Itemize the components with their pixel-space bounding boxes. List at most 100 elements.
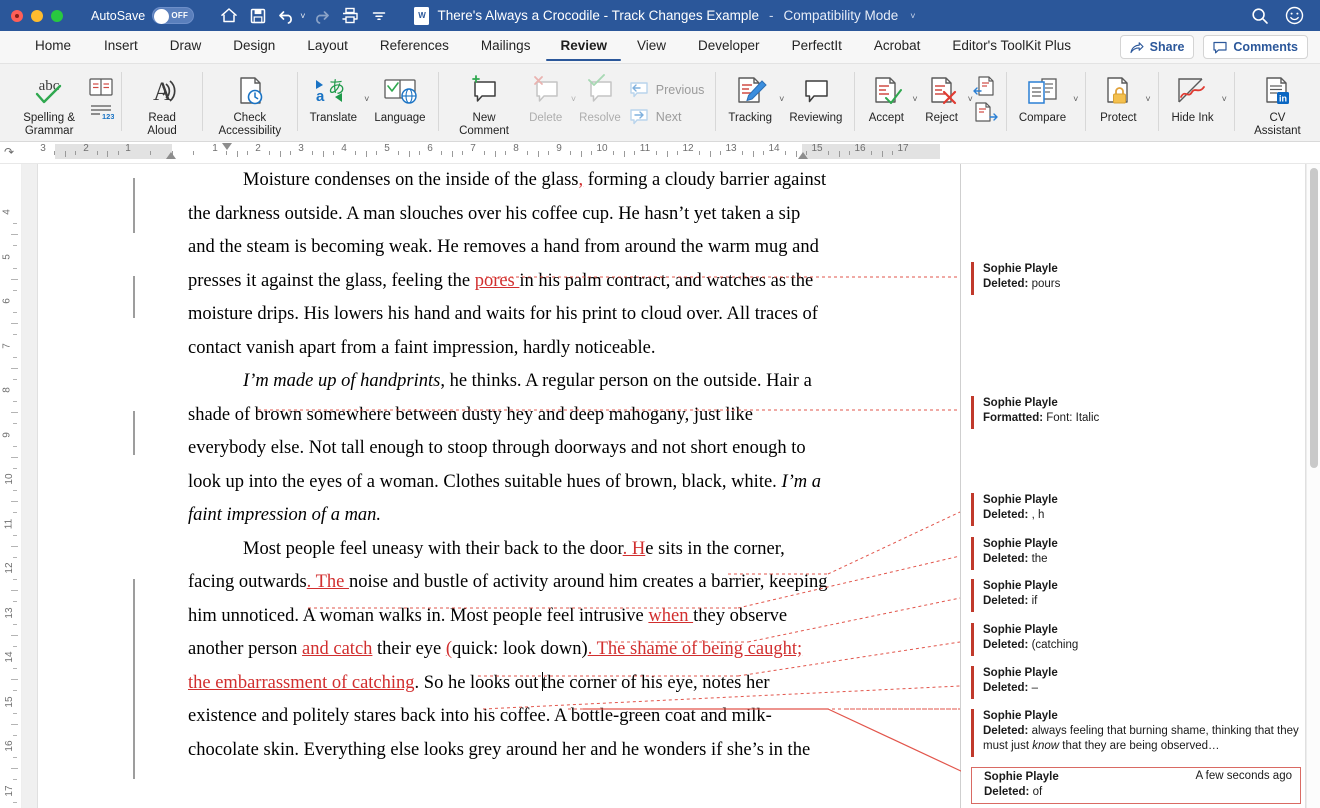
document-paragraph[interactable]: Moisture condenses on the inside of the …: [188, 164, 828, 365]
read-aloud-button[interactable]: A Read Aloud: [129, 68, 195, 137]
tab-home[interactable]: Home: [18, 32, 88, 62]
vruler-tick: [13, 356, 17, 358]
delete-comment-button[interactable]: Delete: [523, 68, 569, 125]
svg-text:あ: あ: [328, 78, 345, 97]
ruler-tick: [365, 151, 367, 157]
new-comment-button[interactable]: New Comment: [445, 68, 522, 137]
ruler-tick-label: 2: [83, 143, 89, 154]
document-page[interactable]: Moisture condenses on the inside of the …: [38, 164, 1305, 808]
print-icon[interactable]: [337, 4, 363, 28]
tab-mailings[interactable]: Mailings: [465, 32, 547, 62]
vertical-ruler[interactable]: 456789101112131415161718: [0, 164, 22, 808]
minimize-window-button[interactable]: [31, 9, 43, 22]
tab-design[interactable]: Design: [217, 32, 291, 62]
vruler-tick: [13, 668, 17, 670]
markup-panel[interactable]: Sophie Playle Deleted: pours Sophie Playle…: [961, 164, 1305, 808]
first-line-indent-marker[interactable]: [222, 143, 232, 150]
revision-balloon[interactable]: Sophie Playle Deleted: (catching: [971, 623, 1301, 656]
revision-balloon[interactable]: Sophie Playle Deleted: always feeling tha…: [971, 709, 1301, 757]
home-icon[interactable]: [216, 4, 242, 28]
document-body-text[interactable]: Moisture condenses on the inside of the …: [188, 164, 828, 767]
compare-dropdown-caret[interactable]: ˅: [1073, 94, 1078, 104]
comments-button[interactable]: Comments: [1203, 35, 1308, 59]
close-window-button[interactable]: [11, 9, 23, 22]
revision-balloon[interactable]: Sophie Playle Deleted: , h: [971, 493, 1301, 526]
tab-acrobat[interactable]: Acrobat: [858, 32, 937, 62]
revision-marker: [971, 537, 974, 570]
left-indent-marker[interactable]: [166, 152, 176, 159]
document-area[interactable]: Moisture condenses on the inside of the …: [22, 164, 1306, 808]
ruler-tick: [881, 151, 883, 157]
language-icon: [379, 71, 421, 111]
word-count-icon[interactable]: 123: [88, 101, 114, 123]
autosave-control[interactable]: AutoSave OFF: [91, 7, 195, 24]
hide-ink-button[interactable]: Hide Ink: [1166, 68, 1220, 125]
next-change-icon[interactable]: [973, 101, 999, 125]
tab-layout[interactable]: Layout: [291, 32, 364, 62]
protect-button[interactable]: Protect: [1093, 68, 1143, 125]
spelling-and-grammar-button[interactable]: abc Spelling & Grammar: [10, 68, 88, 137]
tab-view[interactable]: View: [621, 32, 682, 62]
autosave-toggle[interactable]: OFF: [152, 7, 195, 24]
resolve-comment-button[interactable]: Resolve: [576, 68, 624, 125]
compare-label: Compare: [1018, 112, 1067, 124]
tab-draw[interactable]: Draw: [154, 32, 218, 62]
customize-qat-icon[interactable]: [366, 4, 392, 28]
revision-value: , h: [1031, 509, 1045, 521]
language-button[interactable]: Language: [369, 68, 430, 125]
redo-icon[interactable]: [308, 4, 334, 28]
tracking-button[interactable]: Tracking: [723, 68, 777, 125]
tab-references[interactable]: References: [364, 32, 465, 62]
revision-balloon[interactable]: Sophie Playle Deleted: pours: [971, 262, 1301, 295]
document-text-column[interactable]: Moisture condenses on the inside of the …: [38, 164, 962, 808]
previous-change-icon[interactable]: [973, 75, 999, 99]
undo-dropdown-caret[interactable]: ˅: [300, 11, 305, 21]
maximize-window-button[interactable]: [51, 9, 63, 22]
vruler-tick: [11, 234, 18, 236]
title-chevron-down-icon[interactable]: ˅: [910, 11, 915, 21]
tab-perfectit[interactable]: PerfectIt: [776, 32, 858, 62]
revision-balloon[interactable]: Sophie Playle Deleted: –: [971, 666, 1301, 699]
tab-editors-toolkit-plus[interactable]: Editor's ToolKit Plus: [936, 32, 1087, 62]
protect-icon: [1098, 71, 1138, 111]
reject-button[interactable]: Reject: [918, 68, 966, 125]
cv-assistant-button[interactable]: in CV Assistant: [1242, 68, 1313, 137]
protect-label: Protect: [1100, 112, 1137, 124]
tab-insert[interactable]: Insert: [88, 32, 154, 62]
revision-balloon[interactable]: Sophie Playle Deleted: of A few seconds ag…: [971, 767, 1301, 804]
revision-balloon[interactable]: Sophie Playle Deleted: if: [971, 579, 1301, 612]
thesaurus-icon[interactable]: [88, 76, 114, 98]
account-icon[interactable]: [1285, 6, 1304, 25]
document-paragraph[interactable]: I’m made up of handprints, he thinks. A …: [188, 365, 828, 533]
protect-dropdown-caret[interactable]: ˅: [1145, 94, 1150, 104]
document-title-group[interactable]: W There's Always a Crocodile - Track Cha…: [414, 6, 916, 25]
tab-developer[interactable]: Developer: [682, 32, 776, 62]
horizontal-ruler[interactable]: ↷ 3 2 1 1 2 3 4 5 6 7 8 9 10 11 12 13 14 15 16 17: [0, 142, 1320, 164]
tracked-insertion: when: [648, 605, 694, 626]
tab-review[interactable]: Review: [546, 32, 621, 62]
autosave-state: OFF: [171, 11, 189, 20]
ruler-tick-label: 17: [897, 143, 909, 154]
accept-button[interactable]: Accept: [862, 68, 910, 125]
vertical-scrollbar[interactable]: [1306, 164, 1320, 808]
undo-icon[interactable]: [274, 4, 300, 28]
document-paragraph[interactable]: Most people feel uneasy with their back …: [188, 533, 828, 768]
share-button[interactable]: Share: [1119, 35, 1195, 59]
vertical-scrollbar-thumb[interactable]: [1310, 168, 1318, 468]
revision-balloon[interactable]: Sophie Playle Deleted: the: [971, 537, 1301, 570]
reviewing-button[interactable]: Reviewing: [784, 68, 847, 125]
search-icon[interactable]: [1251, 7, 1269, 25]
translate-button[interactable]: a あ Translate: [305, 68, 363, 125]
check-accessibility-button[interactable]: Check Accessibility: [210, 68, 290, 137]
previous-comment-button[interactable]: Previous: [624, 76, 709, 103]
save-icon[interactable]: [245, 4, 271, 28]
revision-balloon[interactable]: Sophie Playle Formatted: Font: Italic: [971, 396, 1301, 429]
right-indent-marker[interactable]: [798, 152, 808, 159]
hide-ink-dropdown-caret[interactable]: ˅: [1222, 94, 1227, 104]
ruler-tick-label: 7: [470, 143, 476, 154]
vruler-tick-label: 17: [4, 784, 16, 797]
next-comment-button[interactable]: Next: [624, 103, 709, 130]
revision-value: pours: [1031, 278, 1061, 290]
compare-button[interactable]: Compare: [1014, 68, 1071, 125]
vruler-tick-label: 10: [4, 473, 16, 485]
